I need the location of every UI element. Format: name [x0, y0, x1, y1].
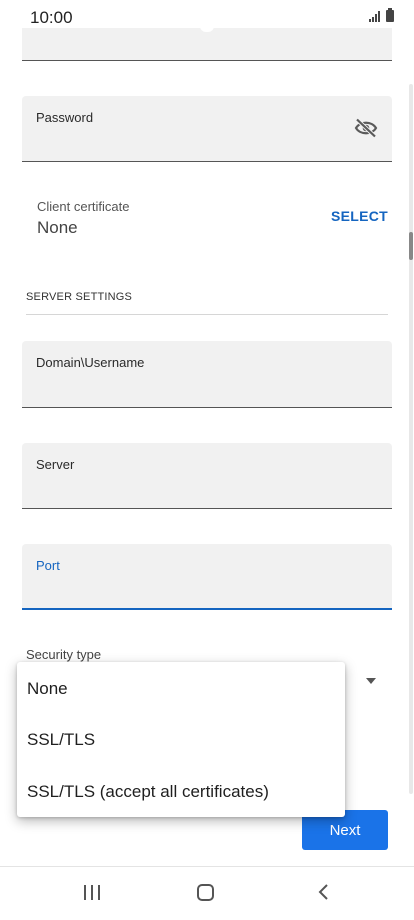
- port-label: Port: [36, 558, 60, 573]
- menu-item-ssl-tls[interactable]: SSL/TLS: [17, 715, 345, 765]
- select-certificate-button[interactable]: SELECT: [331, 208, 388, 224]
- security-type-label: Security type: [26, 647, 102, 662]
- password-label: Password: [36, 110, 94, 125]
- battery-icon: [386, 8, 394, 22]
- domain-username-field[interactable]: Domain\Username: [22, 341, 392, 408]
- status-icons: [369, 8, 394, 22]
- section-divider: [26, 314, 388, 315]
- server-label: Server: [36, 457, 75, 472]
- client-certificate-label: Client certificate: [37, 199, 130, 214]
- menu-item-ssl-tls-accept-all[interactable]: SSL/TLS (accept all certificates): [17, 767, 345, 817]
- navigation-bar: [0, 867, 414, 920]
- server-settings-header: SERVER SETTINGS: [26, 291, 133, 303]
- recent-apps-icon[interactable]: [84, 885, 100, 900]
- scrollbar-track[interactable]: [409, 84, 413, 794]
- status-bar: 10:00: [0, 0, 414, 28]
- server-field[interactable]: Server: [22, 443, 392, 509]
- back-icon[interactable]: [315, 882, 333, 902]
- security-type-menu: None SSL/TLS SSL/TLS (accept all certifi…: [17, 662, 345, 817]
- status-time: 10:00: [30, 8, 73, 27]
- eye-off-icon[interactable]: [354, 118, 378, 138]
- home-icon[interactable]: [197, 884, 214, 901]
- password-field[interactable]: Password: [22, 96, 392, 162]
- scrollbar-thumb[interactable]: [409, 232, 413, 260]
- menu-item-none[interactable]: None: [17, 664, 345, 714]
- signal-icon: [369, 10, 380, 22]
- dropdown-arrow-icon[interactable]: [366, 678, 376, 684]
- client-certificate-value: None: [37, 218, 78, 237]
- previous-field[interactable]: [22, 28, 392, 61]
- domain-username-label: Domain\Username: [36, 355, 145, 370]
- port-field[interactable]: Port: [22, 544, 392, 610]
